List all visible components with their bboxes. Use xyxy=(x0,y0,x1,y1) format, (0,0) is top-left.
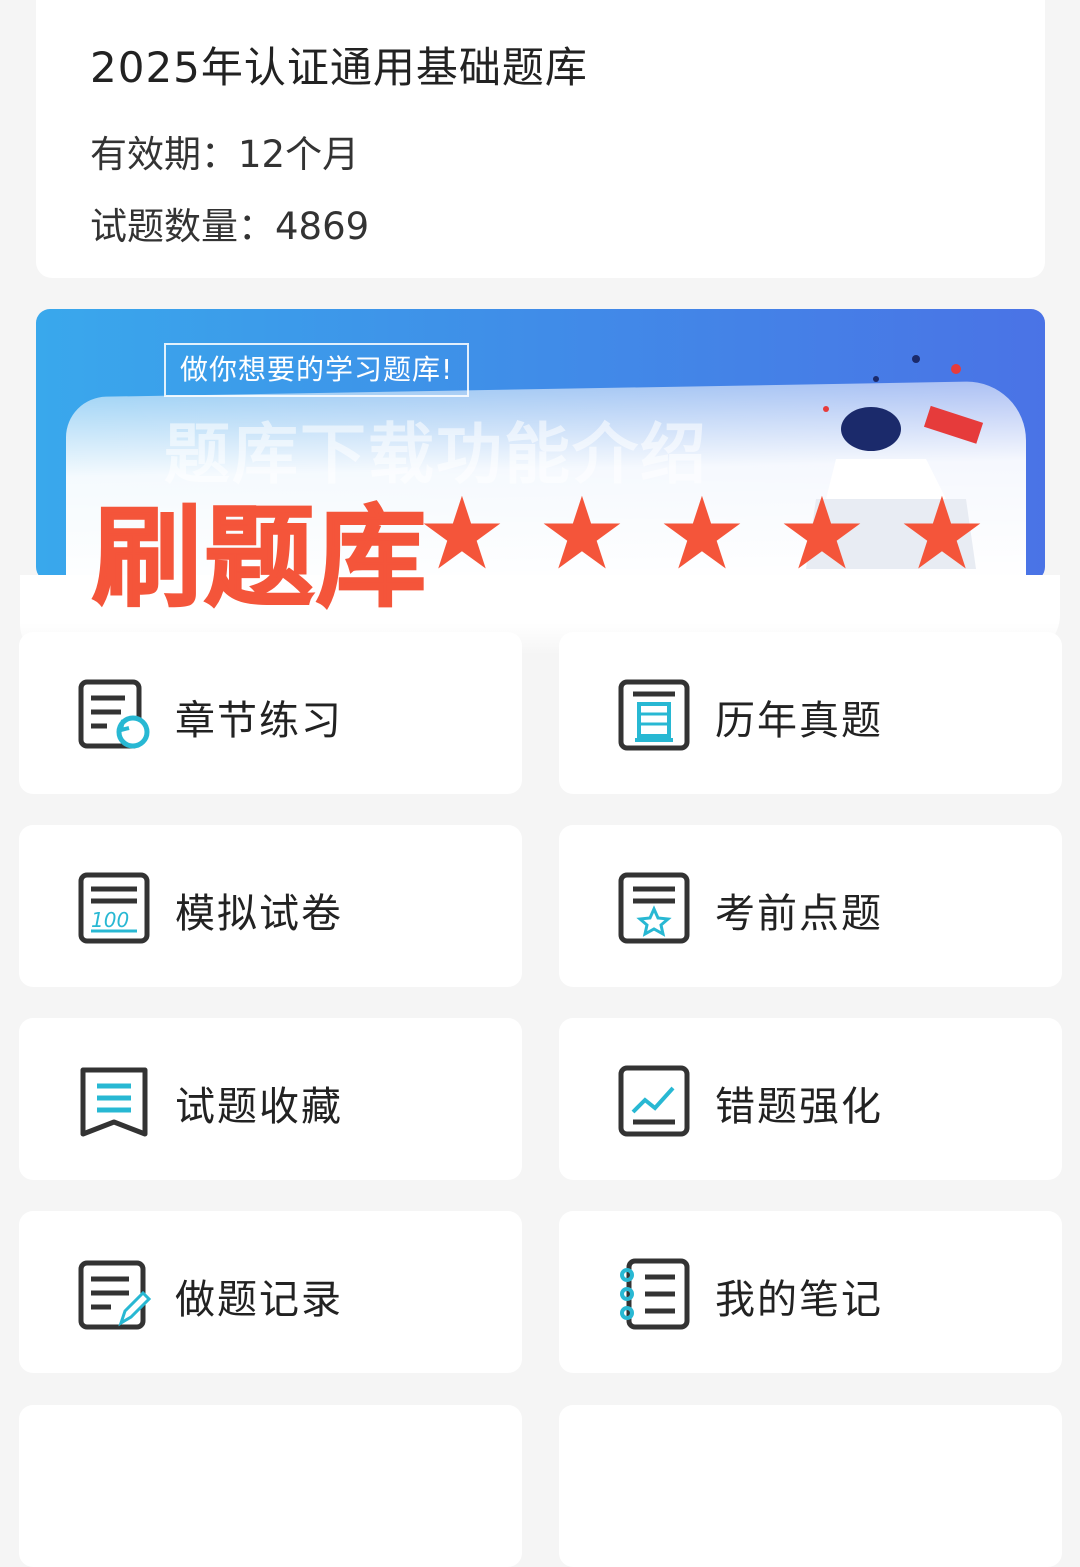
menu-chapter-practice[interactable]: 章节练习 xyxy=(19,632,522,794)
menu-label: 我的笔记 xyxy=(715,1277,883,1323)
menu-label: 考前点题 xyxy=(715,891,883,937)
menu-label: 试题收藏 xyxy=(175,1084,343,1130)
menu-label: 历年真题 xyxy=(715,698,883,744)
menu-wrong-questions[interactable]: 错题强化 xyxy=(559,1018,1062,1180)
menu-label: 错题强化 xyxy=(715,1084,883,1130)
menu-past-exams[interactable]: 历年真题 xyxy=(559,632,1062,794)
star-icon: ★ xyxy=(417,475,507,592)
star-icon: ★ xyxy=(537,475,627,592)
exam-info-card: 2025年认证通用基础题库 有效期：12个月 试题数量：4869 xyxy=(36,0,1045,278)
star-icon: ★ xyxy=(657,475,747,592)
menu-bookmarks[interactable]: 试题收藏 xyxy=(19,1018,522,1180)
menu-label: 章节练习 xyxy=(175,698,343,744)
menu-tile-partial[interactable] xyxy=(19,1405,522,1567)
bookmark-icon xyxy=(80,1067,148,1137)
menu-tile-partial[interactable] xyxy=(559,1405,1062,1567)
menu-my-notes[interactable]: 我的笔记 xyxy=(559,1211,1062,1373)
menu-key-points[interactable]: 考前点题 xyxy=(559,825,1062,987)
star-icon: ★ xyxy=(777,475,867,592)
svg-text:100: 100 xyxy=(91,908,129,932)
exam-title: 2025年认证通用基础题库 xyxy=(90,43,588,92)
chapter-practice-icon xyxy=(78,679,150,749)
banner-tagline: 做你想要的学习题库! xyxy=(164,343,470,397)
question-count-text: 试题数量：4869 xyxy=(90,205,370,248)
menu-mock-exam[interactable]: 100 模拟试卷 xyxy=(19,825,522,987)
menu-label: 做题记录 xyxy=(175,1277,343,1323)
notebook-icon xyxy=(620,1258,690,1330)
mock-exam-icon: 100 xyxy=(78,872,150,944)
overlay-title: 刷题库 xyxy=(91,493,428,623)
star-icon: ★ xyxy=(897,475,987,592)
key-points-icon xyxy=(618,872,690,944)
validity-text: 有效期：12个月 xyxy=(90,133,360,176)
menu-label: 模拟试卷 xyxy=(175,891,343,937)
practice-record-icon xyxy=(78,1260,152,1330)
past-exam-icon xyxy=(618,679,690,751)
rating-stars: ★ ★ ★ ★ ★ xyxy=(412,484,992,584)
menu-practice-record[interactable]: 做题记录 xyxy=(19,1211,522,1373)
wrong-questions-icon xyxy=(618,1065,690,1137)
